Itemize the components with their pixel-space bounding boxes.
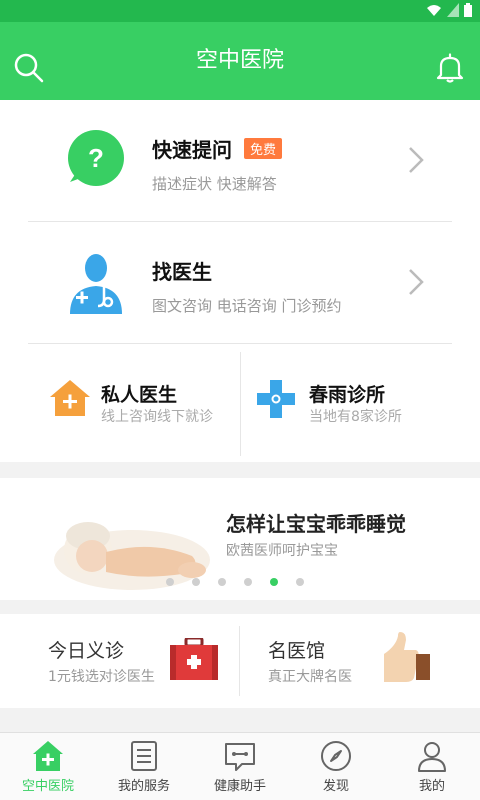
tab-discover[interactable]: 发现 [288, 733, 384, 800]
house-icon [50, 380, 90, 416]
carousel-dot[interactable] [192, 578, 200, 586]
clinic-title: 春雨诊所 [309, 384, 386, 406]
home-plus-icon [33, 741, 63, 771]
carousel-dot[interactable] [166, 578, 174, 586]
tab-me[interactable]: 我的 [384, 733, 480, 800]
tab-health-assistant[interactable]: 健康助手 [192, 733, 288, 800]
first-aid-kit-icon [170, 638, 218, 680]
carousel-dot[interactable] [244, 578, 252, 586]
find-doctor-row[interactable]: 找医生 图文咨询 电话咨询 门诊预约 [0, 222, 480, 342]
free-clinic-title: 今日义诊 [48, 640, 125, 662]
find-doctor-subtitle: 图文咨询 电话咨询 门诊预约 [152, 297, 342, 315]
tab-label: 发现 [322, 779, 349, 794]
tab-label: 健康助手 [213, 779, 266, 794]
clinic-cross-icon [257, 380, 295, 418]
famous-hall-card[interactable]: 名医馆 真正大牌名医 [240, 614, 480, 708]
carousel-dot[interactable] [218, 578, 226, 586]
list-icon [131, 741, 157, 771]
user-icon [418, 742, 446, 772]
tab-hospital[interactable]: 空中医院 [0, 733, 96, 800]
carousel-dot-active[interactable] [270, 578, 278, 586]
free-badge: 免费 [244, 138, 283, 159]
private-doctor-title: 私人医生 [101, 384, 178, 406]
quick-ask-title: 快速提问 [152, 138, 232, 162]
bell-icon [436, 53, 464, 83]
famous-hall-subtitle: 真正大牌名医 [268, 669, 352, 685]
divider [28, 343, 452, 344]
chat-pulse-icon [225, 743, 255, 771]
free-clinic-subtitle: 1元钱选对诊医生 [48, 669, 155, 685]
status-bar [0, 0, 480, 22]
promo-banner[interactable]: 怎样让宝宝乖乖睡觉 欧茜医师呵护宝宝 [0, 478, 480, 600]
banner-subtitle: 欧茜医师呵护宝宝 [226, 543, 338, 559]
chevron-right-icon [409, 269, 424, 295]
chevron-right-icon [409, 147, 424, 173]
banner-title: 怎样让宝宝乖乖睡觉 [226, 512, 406, 536]
tab-label: 我的服务 [117, 779, 170, 794]
carousel-dot[interactable] [296, 578, 304, 586]
carousel-dots [166, 578, 304, 586]
tab-label: 空中医院 [21, 779, 74, 794]
page-title: 空中医院 [195, 48, 284, 73]
feature-cards: 今日义诊 1元钱选对诊医生 名医馆 真正大牌名医 [0, 614, 480, 708]
clinic-card[interactable]: 春雨诊所 当地有8家诊所 [241, 352, 480, 456]
private-doctor-card[interactable]: 私人医生 线上咨询线下就诊 [0, 352, 240, 456]
wifi-icon [427, 5, 441, 16]
clinic-subtitle: 当地有8家诊所 [309, 409, 402, 425]
free-clinic-card[interactable]: 今日义诊 1元钱选对诊医生 [0, 614, 240, 708]
thumbs-up-icon [384, 632, 430, 682]
private-doctor-subtitle: 线上咨询线下就诊 [101, 409, 213, 425]
signal-icon [447, 3, 459, 17]
battery-icon [464, 3, 472, 17]
notification-button[interactable] [436, 53, 464, 87]
quick-ask-subtitle: 描述症状 快速解答 [152, 175, 277, 193]
quick-ask-row[interactable]: ? 快速提问 免费 描述症状 快速解答 [0, 100, 480, 220]
app-bar: 空中医院 [0, 22, 480, 100]
bottom-tab-bar: 空中医院 我的服务 健康助手 发现 我的 [0, 732, 480, 800]
tab-my-services[interactable]: 我的服务 [96, 733, 192, 800]
tab-label: 我的 [418, 779, 445, 794]
svg-text:?: ? [88, 143, 104, 173]
famous-hall-title: 名医馆 [268, 640, 326, 662]
find-doctor-title: 找医生 [152, 260, 212, 284]
compass-icon [321, 741, 351, 771]
question-bubble-icon: ? [68, 130, 124, 186]
doctor-icon [70, 254, 122, 314]
